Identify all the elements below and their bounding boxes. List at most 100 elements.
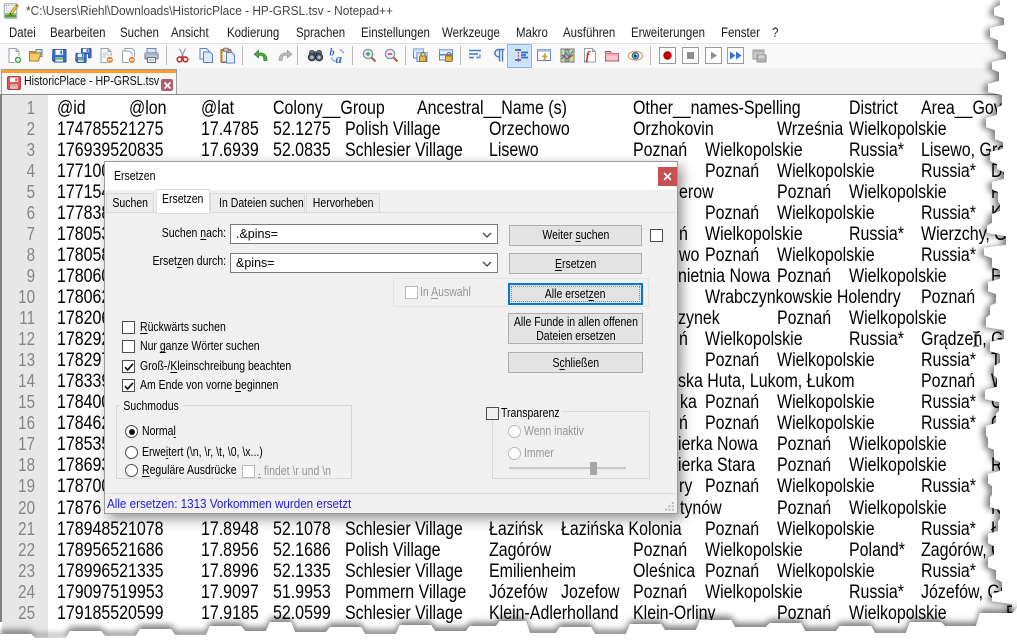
line-number: 19 (7, 476, 35, 497)
macro-run-multiple-icon (727, 47, 744, 64)
close-all-button[interactable] (120, 47, 137, 64)
toolbar-separator (460, 46, 461, 65)
menu-datei[interactable]: Datei (9, 22, 36, 43)
replace-button[interactable]: Ersetzen (509, 253, 642, 274)
macro-run-multiple-button[interactable] (727, 47, 744, 64)
save-all-button[interactable] (75, 47, 92, 64)
save-button[interactable] (51, 47, 68, 64)
find-button[interactable] (307, 47, 324, 64)
replace-button[interactable]: ba (329, 47, 346, 64)
sync-horizontal-button[interactable] (438, 47, 455, 64)
text-run: Wielkopolskie (777, 519, 875, 540)
menu-suchen[interactable]: Suchen (120, 22, 159, 43)
macro-record-button[interactable] (659, 47, 676, 64)
text-run: Poznań (777, 308, 831, 329)
menu-sprachen[interactable]: Sprachen (296, 22, 345, 43)
on-losing-focus-radio[interactable] (508, 425, 521, 438)
dialog-tab-in-dateien-suchen[interactable]: In Dateien suchen (210, 193, 305, 213)
indent-guide-icon (513, 47, 530, 64)
combo-dropdown-icon[interactable] (482, 261, 492, 267)
macro-play-button[interactable] (705, 47, 722, 64)
menu-kodierung[interactable]: Kodierung (227, 22, 279, 43)
zoom-in-button[interactable] (361, 47, 378, 64)
cut-button[interactable] (174, 47, 191, 64)
replace-with-combo[interactable]: &pins= (230, 253, 498, 273)
wrap-around-checkbox[interactable] (122, 379, 135, 392)
menu-einstellungen[interactable]: Einstellungen (361, 22, 430, 43)
toolbar-separator (650, 46, 651, 65)
text-run: tynów (680, 498, 722, 519)
transparency-slider-thumb[interactable] (590, 462, 597, 475)
find-what-combo[interactable]: .&pins= (230, 224, 498, 244)
dot-matches-newline-checkbox[interactable] (242, 465, 255, 478)
title-bar[interactable]: *C:\Users\Riehl\Downloads\HistoricPlace … (0, 0, 1017, 22)
print-button[interactable] (143, 47, 160, 64)
tab-close-icon[interactable] (161, 79, 173, 91)
replace-all-button[interactable]: Alle ersetzen (508, 283, 643, 305)
open-file-button[interactable] (28, 47, 45, 64)
menu-ansicht[interactable]: Ansicht (171, 22, 209, 43)
doc-map-button[interactable] (559, 47, 576, 64)
menu-fenster[interactable]: Fenster (721, 22, 760, 43)
match-case-checkbox[interactable] (122, 360, 135, 373)
search-direction-checkbox[interactable] (650, 229, 663, 242)
dialog-tab-suchen[interactable]: Suchen (106, 193, 154, 213)
replace-all-open-docs-button[interactable]: Alle Funde in allen offenenDateien erset… (508, 313, 643, 344)
regex-radio[interactable] (125, 464, 138, 477)
close-button[interactable] (98, 47, 115, 64)
wrap-around-label: Am Ende von vorne beginnen (140, 378, 278, 392)
dialog-close-button[interactable] (658, 167, 677, 186)
text-run: @lon (129, 98, 167, 119)
svg-text:b: b (330, 48, 335, 59)
dialog-resize-grip[interactable] (665, 501, 675, 511)
menu-ausfhren[interactable]: Ausführen (563, 22, 615, 43)
close-all-icon (120, 47, 137, 64)
redo-button[interactable] (276, 47, 293, 64)
text-run: ń (679, 329, 688, 350)
folder-workspace-button[interactable] (604, 47, 621, 64)
normal-radio[interactable] (125, 425, 138, 438)
paste-button[interactable] (219, 47, 236, 64)
menu-bearbeiten[interactable]: Bearbeiten (50, 22, 106, 43)
menu-makro[interactable]: Makro (516, 22, 548, 43)
find-next-button[interactable]: Weiter suchen (509, 225, 642, 246)
text-run: 178535 (57, 434, 110, 455)
dialog-titlebar[interactable] (105, 162, 675, 190)
status-message: Alle ersetzen: 1313 Vorkommen wurden ers… (107, 497, 351, 511)
text-run: Września (777, 119, 843, 140)
macro-save-button[interactable] (751, 47, 768, 64)
macro-stop-button[interactable] (682, 47, 699, 64)
text-run: 17.8996 (201, 561, 259, 582)
macro-stop-icon (682, 47, 699, 64)
always-radio[interactable] (508, 447, 521, 460)
word-wrap-button[interactable] (467, 47, 484, 64)
tab-historicplace[interactable]: HistoricPlace - HP-GRSL.tsv (1, 69, 177, 94)
text-run: Russia* (849, 329, 904, 350)
menu-?[interactable]: ? (772, 22, 778, 43)
indent-guide-button[interactable] (513, 47, 530, 64)
extended-radio[interactable] (125, 446, 138, 459)
whole-word-checkbox[interactable] (122, 340, 135, 353)
transparency-checkbox[interactable] (486, 407, 499, 420)
sync-vertical-button[interactable] (412, 47, 429, 64)
new-file-button[interactable] (6, 47, 23, 64)
doc-map-icon (559, 47, 576, 64)
monitoring-button[interactable] (627, 47, 644, 64)
menu-werkzeuge[interactable]: Werkzeuge (442, 22, 500, 43)
text-run: 178053 (57, 224, 110, 245)
combo-dropdown-icon[interactable] (482, 232, 492, 238)
menu-erweiterungen[interactable]: Erweiterungen (631, 22, 705, 43)
show-all-chars-button[interactable] (491, 47, 508, 64)
dialog-tab-ersetzen[interactable]: Ersetzen (156, 189, 210, 214)
text-run: Poznań (705, 245, 759, 266)
copy-button[interactable] (198, 47, 215, 64)
backwards-checkbox[interactable] (122, 321, 135, 334)
zoom-out-button[interactable] (383, 47, 400, 64)
function-list-button[interactable]: f (581, 47, 598, 64)
close-button[interactable]: Schließen (508, 352, 643, 373)
in-selection-checkbox[interactable] (405, 286, 418, 299)
dialog-tab-hervorheben[interactable]: Hervorheben (306, 193, 380, 213)
user-define-dialog-button[interactable] (536, 47, 553, 64)
text-run: Poznań (705, 561, 759, 582)
undo-button[interactable] (253, 47, 270, 64)
